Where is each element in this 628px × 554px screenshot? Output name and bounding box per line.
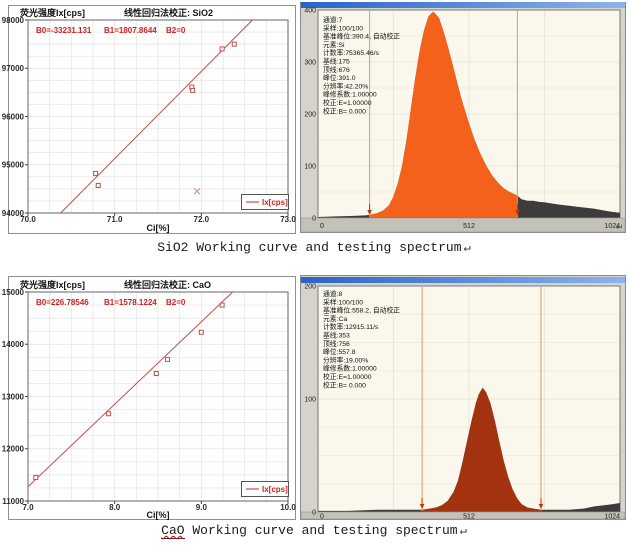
coefficient-b1: B1=1578.1224 (104, 298, 157, 307)
spectrum-info-line: 计数率:75365.46/s (323, 48, 380, 57)
data-point (96, 183, 100, 187)
spectrum-info-line: 校正:B= 0.000 (323, 380, 366, 389)
cao-spectrum-render: 0 512 1024 0 100 200 通道:8采样:100/100基准峰位:558.2,… (301, 276, 626, 521)
y-tick-label: 0 (312, 215, 316, 222)
data-point (191, 88, 195, 92)
spectrum-info-line: 峰修系数:1.00000 (323, 364, 377, 373)
x-tick-label: 9.0 (196, 503, 208, 512)
floating-return-mark: ↵ (616, 221, 622, 233)
y-axis-title: 荧光强度Ix[cps] (20, 7, 85, 18)
x-tick-label: 73.0 (280, 215, 296, 224)
x-tick-label: 8.0 (109, 503, 121, 512)
coefficient-b1: B1=1807.8644 (104, 26, 157, 35)
spectrum-info-line: 通道:8 (323, 289, 342, 298)
title-bar (301, 277, 625, 283)
spectrum-info-line: 顶线:756 (323, 339, 350, 348)
spectrum-info-line: 峰位:391.0 (323, 73, 356, 82)
x-tick-label: 7.0 (22, 503, 34, 512)
spectrum-info-line: 基准峰位:390.4, 自动校正 (323, 32, 400, 41)
spectrum-info-line: 峰修系数:1.00000 (323, 90, 377, 99)
cao-testing-spectrum-panel: 0 512 1024 0 100 200 通道:8采样:100/100基准峰位:558.2,… (300, 275, 626, 520)
calibration-method-title: 线性回归法校正: CaO (124, 279, 211, 290)
spectrum-info-line: 校正:E=1.00000 (323, 372, 372, 381)
data-point (94, 171, 98, 175)
calibration-method-title: 线性回归法校正: SiO2 (124, 7, 213, 18)
x-tick-label: 71.0 (107, 215, 123, 224)
y-axis-title: 荧光强度Ix[cps] (20, 279, 85, 290)
spectrum-info-line: 基线:353 (323, 331, 350, 340)
title-bar (301, 2, 625, 8)
caption-cao-text: Working curve and testing spectrum (185, 523, 458, 538)
spectrum-info-line: 通道:7 (323, 15, 342, 24)
spectrum-info-line: 基线:175 (323, 57, 350, 66)
caption-sio2-text: SiO2 Working curve and testing spectrum (157, 240, 461, 255)
cao-spectrum-chart: 0 512 1024 0 100 200 通道:8采样:100/100基准峰位:558.2,… (300, 275, 626, 520)
data-point (220, 47, 224, 51)
data-point (34, 475, 38, 479)
data-point (166, 357, 170, 361)
spectrum-info-line: 峰位:557.8 (323, 347, 356, 356)
y-tick-label: 95000 (2, 161, 25, 170)
spectrum-info-line: 计数率:12915.11/s (323, 322, 379, 331)
sio2-testing-spectrum-panel: 051210240100200300400通道:7采样:100/100基准峰位:… (300, 2, 626, 233)
x-tick-label: 512 (463, 514, 475, 521)
coefficient-b2: B2=0 (166, 298, 186, 307)
paragraph-return-mark: ↵ (464, 241, 471, 255)
spectrum-info-line: 采样:100/100 (323, 297, 363, 306)
spectrum-info-line: 校正:B= 0.000 (323, 106, 366, 115)
sio2-working-curve-chart: 70.071.072.073.0940009500096000970009800… (8, 5, 296, 234)
x-axis-label: Ci[%] (147, 223, 170, 233)
data-point (154, 372, 158, 376)
spectrum-info-line: 基准峰位:558.2, 自动校正 (323, 306, 400, 315)
y-tick-label: 300 (304, 59, 316, 66)
y-tick-label: 14000 (2, 340, 25, 349)
y-tick-label: 11000 (2, 497, 24, 506)
spectrum-info-line: 分辨率:19.00% (323, 355, 368, 364)
spectrum-info-line: 校正:E=1.00000 (323, 98, 372, 107)
coefficient-b2: B2=0 (166, 26, 186, 35)
x-axis-label: Ci[%] (147, 510, 170, 520)
caption-cao-word: CaO (161, 523, 184, 539)
caption-cao: CaO Working curve and testing spectrum↵ (0, 523, 628, 538)
data-point (232, 42, 236, 46)
y-tick-label: 13000 (2, 392, 25, 401)
cao-working-curve-panel: 7.08.09.010.01100012000130001400015000 荧… (8, 276, 296, 520)
spectrum-info-line: 分辨率:42.20% (323, 81, 368, 90)
cao-working-curve-chart: 7.08.09.010.01100012000130001400015000 荧… (8, 276, 296, 520)
y-tick-label: 12000 (2, 445, 25, 454)
legend-label: Ix[cps] (262, 485, 288, 494)
x-tick-label: 0 (320, 514, 324, 521)
data-point (220, 303, 224, 307)
y-tick-label: 200 (304, 111, 316, 118)
y-tick-label: 100 (304, 396, 316, 403)
spectrum-info-line: 采样:100/100 (323, 23, 363, 32)
x-tick-label: 1024 (604, 514, 620, 521)
y-tick-label: 400 (304, 7, 316, 14)
x-tick-label: 512 (463, 223, 475, 230)
data-point (199, 330, 203, 334)
y-tick-label: 96000 (2, 112, 25, 121)
x-tick-label: 0 (320, 223, 324, 230)
page: 70.071.072.073.0940009500096000970009800… (0, 0, 628, 554)
y-tick-label: 100 (304, 163, 316, 170)
coefficient-b0: B0=-33231.131 (36, 26, 92, 35)
spectrum-info-line: 元素:Si (323, 40, 345, 49)
y-tick-label: 200 (304, 283, 316, 290)
spectrum-info-line: 顶线:676 (323, 65, 350, 74)
paragraph-return-mark: ↵ (460, 524, 467, 538)
legend-label: Ix[cps] (262, 198, 288, 207)
coefficient-b0: B0=226.78546 (36, 298, 89, 307)
sio2-spectrum-render: 051210240100200300400通道:7采样:100/100基准峰位:… (301, 2, 626, 233)
x-tick-label: 10.0 (280, 503, 296, 512)
caption-sio2: SiO2 Working curve and testing spectrum↵ (0, 240, 628, 255)
sio2-working-curve-panel: 70.071.072.073.0940009500096000970009800… (8, 5, 296, 234)
y-tick-label: 0 (312, 509, 316, 516)
sio2-spectrum-chart: 051210240100200300400通道:7采样:100/100基准峰位:… (300, 2, 626, 233)
data-point (107, 412, 111, 416)
spectrum-info-line: 元素:Ca (323, 314, 347, 323)
x-tick-label: 72.0 (194, 215, 210, 224)
y-tick-label: 97000 (2, 64, 25, 73)
y-tick-label: 94000 (2, 209, 25, 218)
